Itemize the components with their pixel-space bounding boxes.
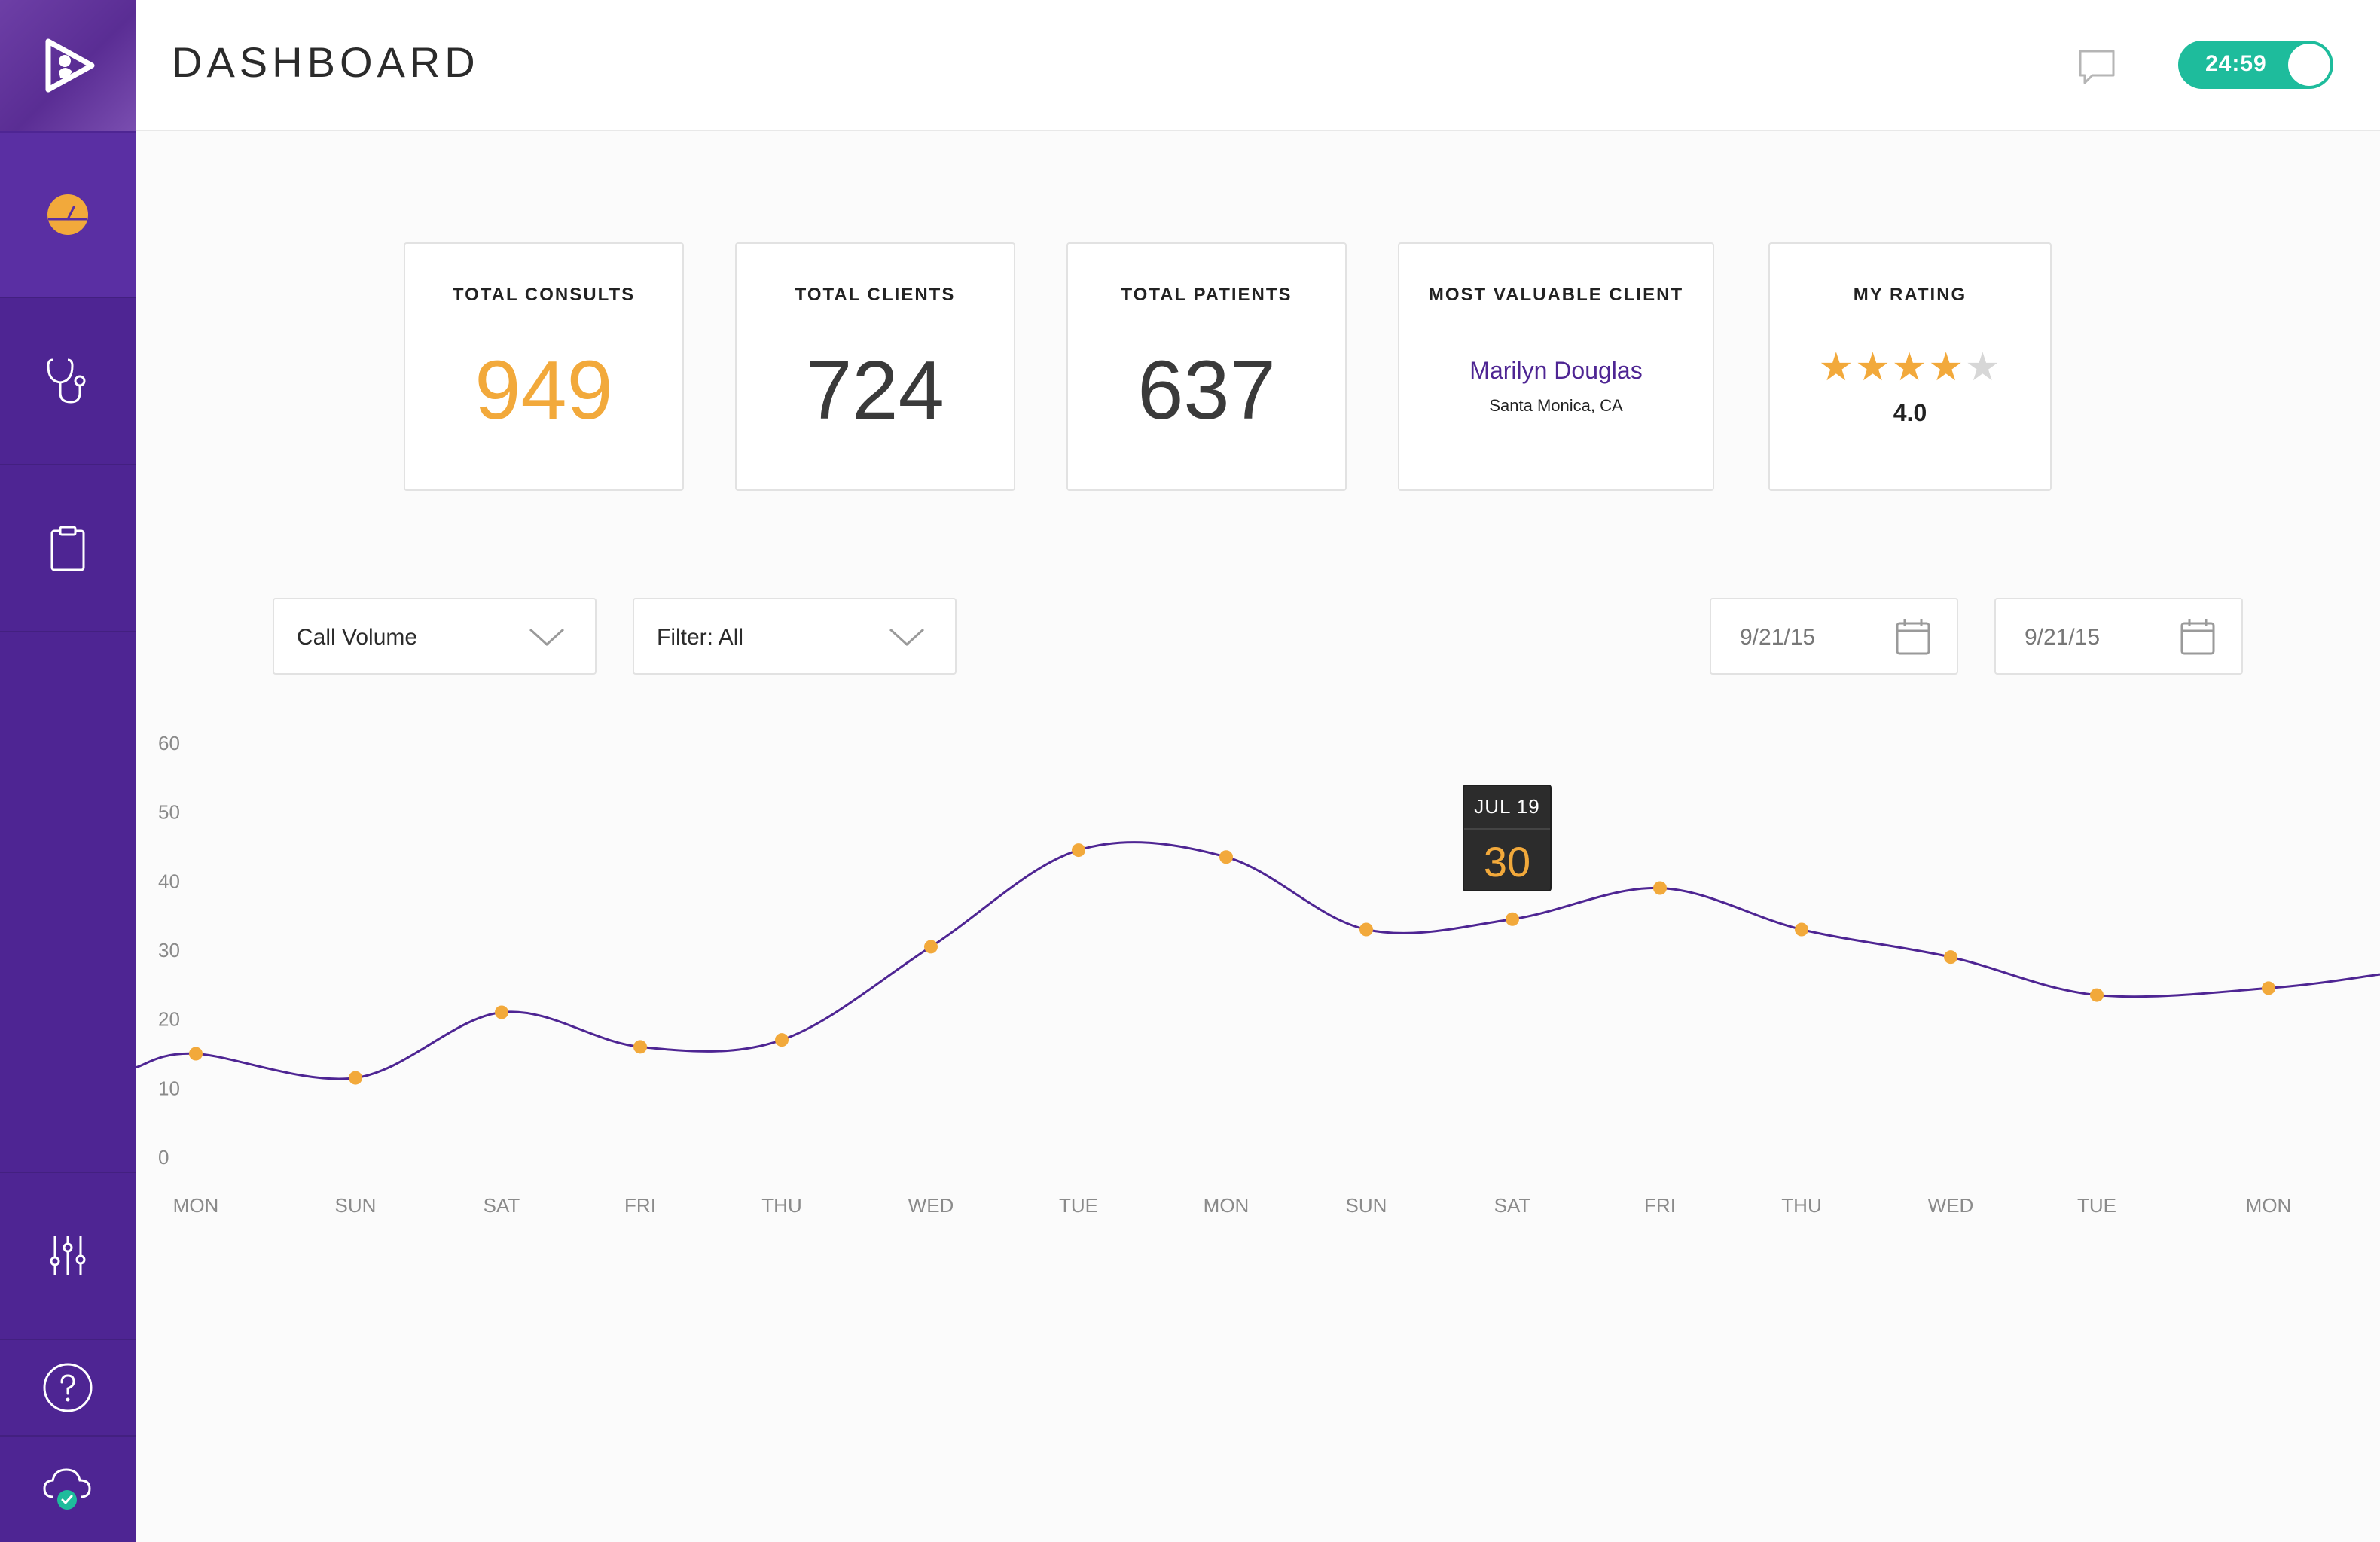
x-tick-label: WED xyxy=(908,1194,954,1217)
x-tick-label: TUE xyxy=(1059,1194,1098,1217)
chart-tooltip: JUL 19 30 xyxy=(1463,785,1552,891)
chat-icon[interactable] xyxy=(2076,45,2118,87)
data-point xyxy=(775,1033,789,1047)
x-tick-label: FRI xyxy=(624,1194,656,1217)
date-to-input[interactable]: 9/21/15 xyxy=(1994,598,2243,675)
x-tick-label: WED xyxy=(1928,1194,1974,1217)
y-tick-label: 50 xyxy=(158,801,180,824)
y-tick-label: 40 xyxy=(158,870,180,892)
star-icon: ★ xyxy=(1928,346,1965,389)
chevron-down-icon xyxy=(889,628,925,647)
help-icon xyxy=(43,1363,93,1412)
card-value: 724 xyxy=(806,344,944,437)
date-from-value: 9/21/15 xyxy=(1740,625,1816,650)
toggle-knob xyxy=(2288,44,2330,86)
tooltip-value: 30 xyxy=(1483,838,1531,885)
card-value: 949 xyxy=(474,344,613,437)
client-name[interactable]: Marilyn Douglas xyxy=(1399,357,1713,385)
card-total-clients: TOTAL CLIENTS 724 xyxy=(735,242,1015,491)
filter-dropdown[interactable]: Filter: All xyxy=(633,598,957,675)
top-header: DASHBOARD 24:59 xyxy=(136,0,2380,131)
x-tick-label: MON xyxy=(1204,1194,1250,1217)
x-tick-label: SAT xyxy=(1494,1194,1531,1217)
stethoscope-icon xyxy=(47,358,86,404)
tooltip-divider xyxy=(1464,828,1550,830)
calendar-icon xyxy=(2180,619,2215,655)
sidebar-item-records[interactable] xyxy=(0,467,136,632)
filter-dropdown-label: Filter: All xyxy=(657,625,744,650)
sliders-icon xyxy=(50,1236,86,1275)
data-point xyxy=(1359,922,1373,937)
calendar-icon xyxy=(1896,619,1930,655)
card-title: TOTAL PATIENTS xyxy=(1121,285,1292,305)
x-tick-label: SUN xyxy=(335,1194,377,1217)
data-point xyxy=(1653,881,1667,895)
chevron-down-icon xyxy=(529,628,565,647)
x-tick-label: MON xyxy=(2246,1194,2292,1217)
sidebar-item-help[interactable] xyxy=(0,1339,136,1435)
data-point xyxy=(189,1047,203,1061)
timer-text: 24:59 xyxy=(2205,51,2267,76)
star-empty-icon: ★ xyxy=(1964,346,2002,389)
data-point xyxy=(2262,981,2275,995)
sidebar-item-sync[interactable] xyxy=(0,1435,136,1542)
series-line xyxy=(136,841,2380,1080)
x-tick-label: SAT xyxy=(484,1194,520,1217)
x-tick-label: MON xyxy=(173,1194,219,1217)
rating-value: 4.0 xyxy=(1893,399,1927,426)
card-title: TOTAL CONSULTS xyxy=(452,285,636,305)
star-icon: ★ xyxy=(1818,346,1856,389)
data-point xyxy=(1944,950,1957,965)
paw-play-logo-icon xyxy=(45,38,95,93)
sidebar-item-settings[interactable] xyxy=(0,1172,136,1337)
y-tick-label: 10 xyxy=(158,1077,180,1099)
data-point xyxy=(1795,922,1808,937)
star-icon: ★ xyxy=(1855,346,1892,389)
card-total-patients: TOTAL PATIENTS 637 xyxy=(1066,242,1347,491)
card-title: TOTAL CLIENTS xyxy=(795,285,956,305)
card-value: 637 xyxy=(1137,344,1276,437)
client-location: Santa Monica, CA xyxy=(1489,396,1623,415)
x-tick-label: THU xyxy=(1781,1194,1821,1217)
sidebar xyxy=(0,0,136,1542)
star-icon: ★ xyxy=(1891,346,1929,389)
sidebar-item-dashboard[interactable] xyxy=(0,133,136,298)
card-most-valuable-client: MOST VALUABLE CLIENT Marilyn Douglas San… xyxy=(1398,242,1714,491)
date-from-input[interactable]: 9/21/15 xyxy=(1710,598,1958,675)
data-point xyxy=(1072,843,1085,858)
logo[interactable] xyxy=(0,0,136,131)
y-tick-label: 60 xyxy=(158,732,180,754)
data-point xyxy=(1506,912,1519,926)
page-title: DASHBOARD xyxy=(172,38,480,86)
x-tick-label: FRI xyxy=(1644,1194,1676,1217)
data-point xyxy=(924,940,938,954)
timer-toggle[interactable]: 24:59 xyxy=(2178,41,2333,89)
clipboard-icon xyxy=(50,526,85,571)
x-tick-label: SUN xyxy=(1346,1194,1387,1217)
cloud-check-icon xyxy=(43,1468,91,1510)
card-my-rating: MY RATING ★★★★★ 4.0 xyxy=(1768,242,2052,491)
y-tick-label: 0 xyxy=(158,1146,169,1169)
sidebar-item-consults[interactable] xyxy=(0,300,136,465)
x-tick-label: THU xyxy=(761,1194,801,1217)
speedometer-icon xyxy=(47,194,88,235)
y-tick-label: 20 xyxy=(158,1008,180,1031)
x-tick-label: TUE xyxy=(2077,1194,2116,1217)
card-title: MY RATING xyxy=(1853,285,1967,305)
tooltip-date: JUL 19 xyxy=(1474,795,1540,818)
data-point xyxy=(349,1071,362,1085)
y-tick-label: 30 xyxy=(158,939,180,961)
metric-dropdown[interactable]: Call Volume xyxy=(273,598,597,675)
data-point xyxy=(495,1005,508,1019)
star-rating: ★★★★★ xyxy=(1770,345,2050,390)
date-to-value: 9/21/15 xyxy=(2025,625,2101,650)
call-volume-chart: 0 10 20 30 40 50 60 MON SUN SAT FRI THU WED TUE MON SUN… xyxy=(136,732,2380,1217)
data-point xyxy=(633,1040,647,1054)
metric-dropdown-label: Call Volume xyxy=(297,625,418,650)
card-title: MOST VALUABLE CLIENT xyxy=(1428,285,1684,305)
card-total-consults: TOTAL CONSULTS 949 xyxy=(404,242,684,491)
data-point xyxy=(1219,850,1233,864)
data-point xyxy=(2090,988,2104,1002)
app-root: DASHBOARD 24:59 TOTAL CONSULTS 949 TOTAL… xyxy=(0,0,2380,1542)
